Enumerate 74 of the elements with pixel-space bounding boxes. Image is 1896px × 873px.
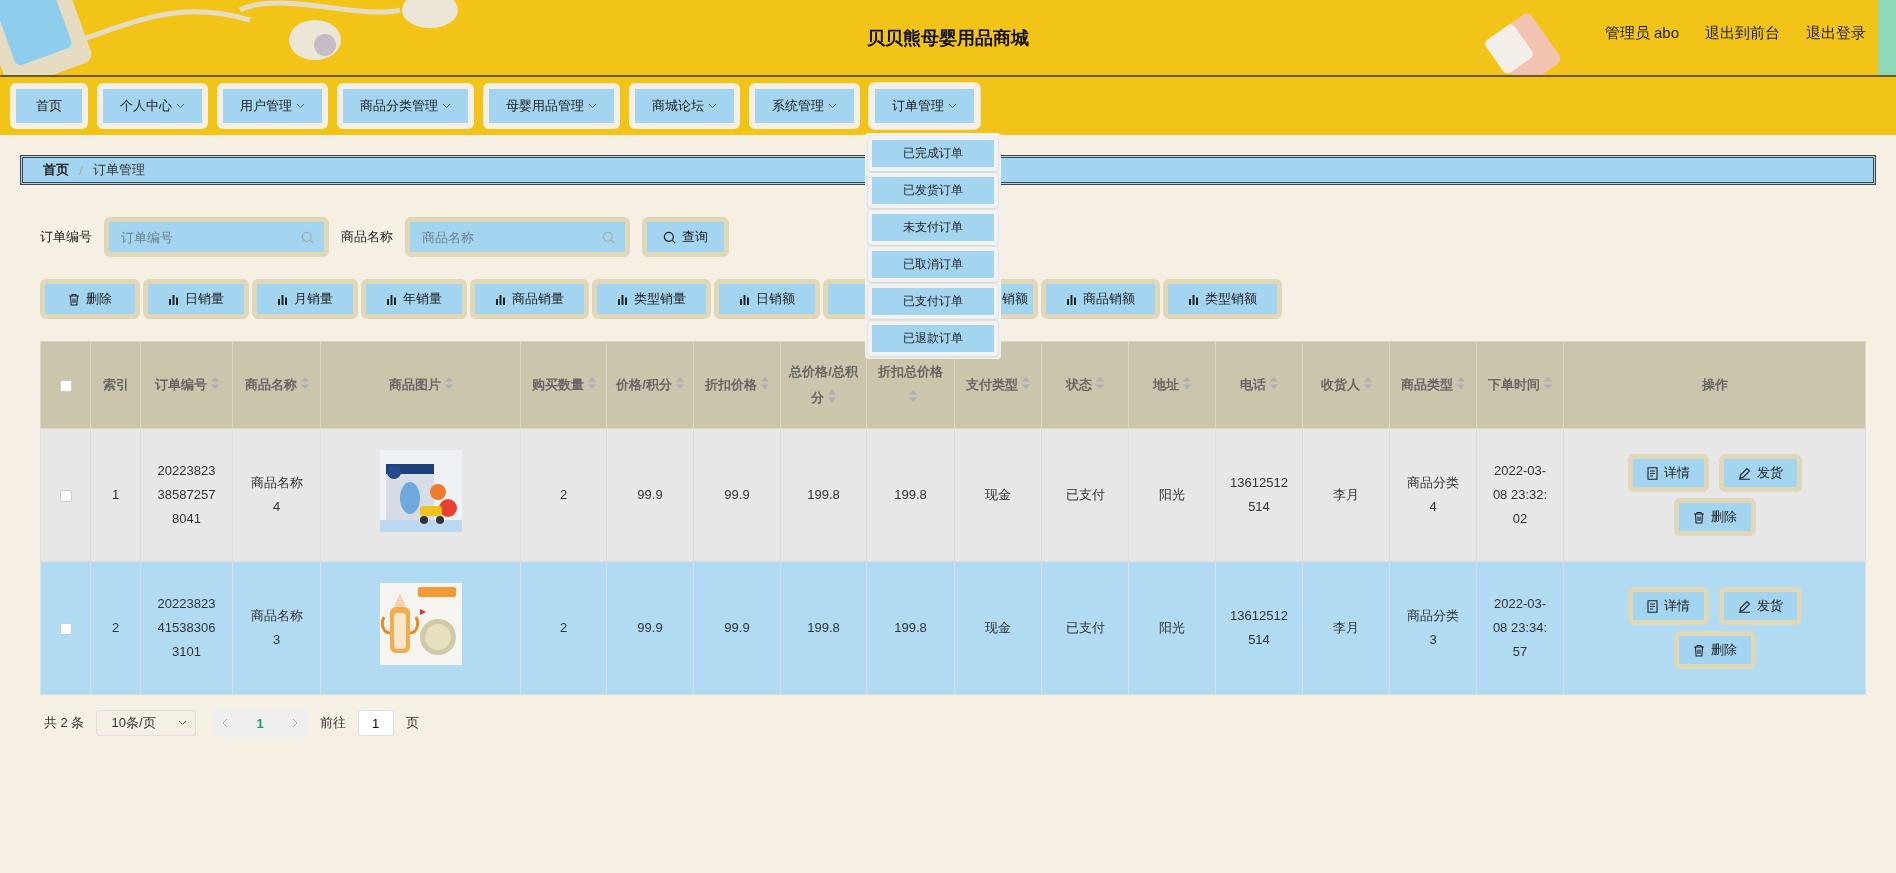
page-size-select[interactable]: 10条/页 — [96, 710, 197, 736]
goto-page-field[interactable]: 1 — [357, 710, 394, 736]
table-cell: 199.8 — [807, 487, 840, 502]
table-cell: 现金 — [985, 487, 1011, 502]
table-cell: 已支付 — [1065, 487, 1105, 502]
chart-button[interactable]: 日销额 — [714, 279, 820, 319]
table-cell: 李月 — [1333, 487, 1359, 502]
table-cell: 99.9 — [637, 487, 663, 502]
nav-menu-button[interactable]: 首页 — [10, 83, 88, 129]
nav-menu-button[interactable]: 用户管理 — [217, 83, 328, 129]
chart-button[interactable]: 商品销量 — [470, 279, 589, 319]
column-header: 操作 — [1700, 376, 1729, 394]
nav-menu-button[interactable]: 商城论坛 — [629, 83, 740, 129]
table-cell: 2022-03-08 23:32:02 — [1492, 463, 1548, 526]
ship-button[interactable]: 发货 — [1718, 454, 1802, 492]
nav-menu-button[interactable]: 母婴用品管理 — [483, 83, 620, 129]
header-link[interactable]: 退出登录 — [1806, 24, 1866, 43]
table-cell: 99.9 — [724, 487, 750, 502]
chart-button[interactable]: 年销量 — [361, 279, 467, 319]
table-cell: 99.9 — [724, 620, 750, 635]
table-cell: 2022-03-08 23:34:57 — [1492, 596, 1548, 659]
nav-menu-button[interactable]: 个人中心 — [97, 83, 208, 129]
table-cell: 20223823415383063101 — [157, 596, 216, 659]
breadcrumb-item: 订单管理 — [92, 161, 145, 179]
table-cell: 李月 — [1333, 620, 1359, 635]
nav-menu-button[interactable]: 系统管理 — [749, 83, 860, 129]
detail-button[interactable]: 详情 — [1627, 454, 1709, 492]
table-cell: 商品分类3 — [1407, 608, 1459, 647]
header-link[interactable]: 退出到前台 — [1705, 24, 1780, 43]
table-cell: 已支付 — [1065, 620, 1105, 635]
chart-button[interactable]: 类型销量 — [592, 279, 711, 319]
goto-label: 前往 — [319, 714, 346, 732]
table-cell: 2 — [559, 620, 568, 635]
delete-button[interactable]: 删除 — [40, 279, 140, 319]
search-input[interactable]: 订单编号 — [119, 228, 301, 246]
table-cell: 13612512514 — [1230, 608, 1288, 647]
table-cell: 商品分类4 — [1407, 475, 1459, 514]
chart-button[interactable]: 日销量 — [143, 279, 249, 319]
table-cell: 商品名称3 — [250, 608, 303, 647]
nav-menu-button[interactable]: 商品分类管理 — [337, 83, 474, 129]
table-cell: 商品名称4 — [250, 475, 303, 514]
breadcrumb-item[interactable]: 首页 — [43, 161, 69, 179]
table-cell: 199.8 — [807, 620, 840, 635]
chart-button[interactable]: 月销量 — [252, 279, 358, 319]
table-cell: 99.9 — [637, 620, 663, 635]
site-title: 贝贝熊母婴用品商城 — [867, 26, 1029, 50]
detail-button[interactable]: 详情 — [1627, 587, 1709, 625]
column-header: 索引 — [101, 376, 130, 394]
table-cell: 2 — [559, 487, 568, 502]
search-field[interactable]: 订单编号 — [104, 217, 329, 257]
table-cell: 阳光 — [1159, 487, 1185, 502]
search-field[interactable]: 商品名称 — [405, 217, 630, 257]
ship-button[interactable]: 发货 — [1718, 587, 1802, 625]
goto-suffix: 页 — [405, 714, 419, 732]
total-count: 共 2 条 — [44, 714, 85, 732]
chart-button[interactable]: 类型销额 — [1163, 279, 1282, 319]
table-cell: 现金 — [985, 620, 1011, 635]
user-name: 管理员 abo — [1604, 24, 1679, 43]
search-input[interactable]: 商品名称 — [420, 228, 602, 246]
search-button[interactable]: 查询 — [642, 217, 729, 257]
delete-button[interactable]: 删除 — [1673, 498, 1756, 536]
table-cell: 阳光 — [1159, 620, 1185, 635]
table-cell: 20223823385872578041 — [157, 463, 216, 526]
table-cell: 199.8 — [894, 620, 927, 635]
field-label: 商品名称 — [341, 228, 393, 246]
breadcrumb-separator: / — [79, 162, 83, 178]
delete-button[interactable]: 删除 — [1673, 631, 1756, 669]
field-label: 订单编号 — [40, 228, 92, 246]
chart-button[interactable]: 商品销额 — [1041, 279, 1160, 319]
table-cell: 13612512514 — [1230, 475, 1288, 514]
nav-menu-button[interactable]: 订单管理 — [869, 83, 980, 129]
table-cell: 2 — [111, 620, 120, 635]
table-cell: 199.8 — [894, 487, 927, 502]
table-cell: 1 — [111, 487, 120, 502]
